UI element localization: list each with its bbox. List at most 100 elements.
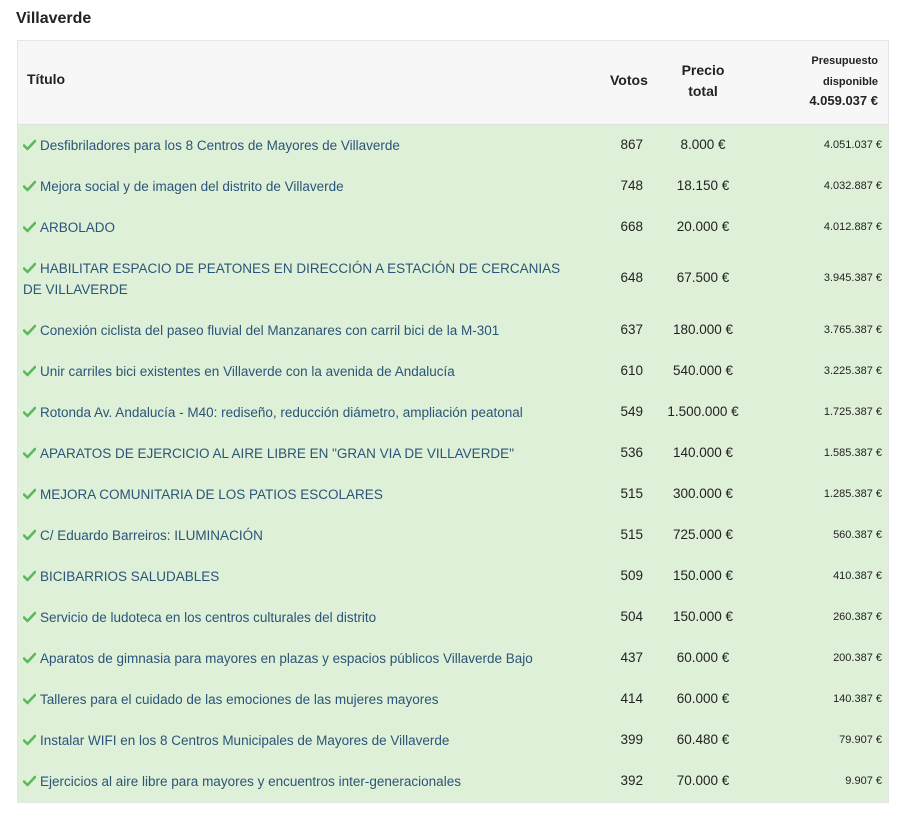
project-title-link[interactable]: Servicio de ludoteca en los centros cult… — [23, 607, 573, 628]
project-title-text[interactable]: Rotonda Av. Andalucía - M40: rediseño, r… — [40, 405, 523, 420]
header-price-line1: Precio — [681, 62, 725, 78]
price-cell: 70.000 € — [676, 773, 730, 788]
check-icon — [23, 406, 36, 418]
votes-cell: 399 — [620, 732, 643, 747]
project-title-link[interactable]: Ejercicios al aire libre para mayores y … — [23, 771, 573, 792]
check-icon — [23, 529, 36, 541]
price-cell: 180.000 € — [672, 322, 734, 337]
votes-cell: 515 — [620, 527, 643, 542]
project-title-link[interactable]: Desfibriladores para los 8 Centros de Ma… — [23, 135, 573, 156]
remaining-budget-cell: 560.387 € — [833, 529, 882, 541]
remaining-budget-cell: 1.725.387 € — [823, 406, 882, 418]
votes-cell: 414 — [620, 691, 643, 706]
remaining-budget-cell: 3.225.387 € — [823, 365, 882, 377]
price-cell: 1.500.000 € — [667, 404, 739, 419]
project-title-text[interactable]: Desfibriladores para los 8 Centros de Ma… — [40, 138, 400, 153]
header-budget: Presupuesto disponible 4.059.037 € — [748, 51, 878, 109]
project-title-text[interactable]: Talleres para el cuidado de las emocione… — [40, 692, 438, 707]
check-icon — [23, 611, 36, 623]
check-icon — [23, 262, 36, 274]
price-cell: 540.000 € — [672, 363, 734, 378]
project-title-text[interactable]: Instalar WIFI en los 8 Centros Municipal… — [40, 733, 449, 748]
project-title-link[interactable]: Talleres para el cuidado de las emocione… — [23, 689, 573, 710]
project-title-text[interactable]: MEJORA COMUNITARIA DE LOS PATIOS ESCOLAR… — [40, 487, 383, 502]
votes-cell: 437 — [620, 650, 643, 665]
project-title-text[interactable]: BICIBARRIOS SALUDABLES — [40, 569, 219, 584]
table-body: Desfibriladores para los 8 Centros de Ma… — [18, 125, 888, 802]
votes-cell: 504 — [620, 609, 643, 624]
project-title-text[interactable]: Mejora social y de imagen del distrito d… — [40, 179, 344, 194]
header-budget-value: 4.059.037 € — [809, 93, 878, 108]
remaining-budget-cell: 3.945.387 € — [823, 272, 882, 284]
price-cell: 67.500 € — [676, 270, 730, 285]
results-table: Título Votos Precio total Presupuesto di… — [17, 40, 889, 803]
remaining-budget-cell: 4.012.887 € — [823, 221, 882, 233]
votes-cell: 392 — [620, 773, 643, 788]
votes-cell: 867 — [620, 137, 643, 152]
project-title-text[interactable]: Unir carriles bici existentes en Villave… — [40, 364, 455, 379]
project-title-link[interactable]: APARATOS DE EJERCICIO AL AIRE LIBRE EN "… — [23, 443, 573, 464]
remaining-budget-cell: 260.387 € — [833, 611, 882, 623]
votes-cell: 536 — [620, 445, 643, 460]
project-title-link[interactable]: Conexión ciclista del paseo fluvial del … — [23, 320, 573, 341]
project-title-link[interactable]: MEJORA COMUNITARIA DE LOS PATIOS ESCOLAR… — [23, 484, 573, 505]
check-icon — [23, 652, 36, 664]
check-icon — [23, 365, 36, 377]
remaining-budget-cell: 4.032.887 € — [823, 180, 882, 192]
remaining-budget-cell: 200.387 € — [833, 652, 882, 664]
header-price-line2: total — [688, 83, 718, 99]
project-title-link[interactable]: Unir carriles bici existentes en Villave… — [23, 361, 573, 382]
votes-cell: 637 — [620, 322, 643, 337]
price-cell: 725.000 € — [672, 527, 734, 542]
project-title-link[interactable]: ARBOLADO — [23, 217, 573, 238]
votes-cell: 648 — [620, 270, 643, 285]
votes-cell: 668 — [620, 219, 643, 234]
price-cell: 8.000 € — [680, 137, 726, 152]
project-title-text[interactable]: Ejercicios al aire libre para mayores y … — [40, 774, 461, 789]
results-page: Villaverde Título Votos Precio total Pre… — [0, 0, 916, 816]
district-title: Villaverde — [16, 10, 92, 27]
project-title-text[interactable]: Aparatos de gimnasia para mayores en pla… — [40, 651, 533, 666]
header-price: Precio total — [670, 60, 736, 102]
project-title-link[interactable]: Rotonda Av. Andalucía - M40: rediseño, r… — [23, 402, 573, 423]
project-title-link[interactable]: C/ Eduardo Barreiros: ILUMINACIÓN — [23, 525, 573, 546]
votes-cell: 610 — [620, 363, 643, 378]
price-cell: 60.480 € — [676, 732, 730, 747]
project-title-text[interactable]: HABILITAR ESPACIO DE PEATONES EN DIRECCI… — [23, 261, 560, 297]
project-title-text[interactable]: C/ Eduardo Barreiros: ILUMINACIÓN — [40, 528, 263, 543]
price-cell: 18.150 € — [676, 178, 730, 193]
project-title-text[interactable]: Servicio de ludoteca en los centros cult… — [40, 610, 376, 625]
price-cell: 60.000 € — [676, 650, 730, 665]
check-icon — [23, 324, 36, 336]
project-title-link[interactable]: HABILITAR ESPACIO DE PEATONES EN DIRECCI… — [23, 258, 573, 300]
votes-cell: 509 — [620, 568, 643, 583]
check-icon — [23, 221, 36, 233]
check-icon — [23, 488, 36, 500]
project-title-text[interactable]: Conexión ciclista del paseo fluvial del … — [40, 323, 499, 338]
remaining-budget-cell: 410.387 € — [833, 570, 882, 582]
project-title-text[interactable]: APARATOS DE EJERCICIO AL AIRE LIBRE EN "… — [40, 446, 514, 461]
remaining-budget-cell: 1.285.387 € — [823, 488, 882, 500]
remaining-budget-cell: 9.907 € — [845, 775, 882, 787]
project-title-link[interactable]: Aparatos de gimnasia para mayores en pla… — [23, 648, 573, 669]
project-title-link[interactable]: BICIBARRIOS SALUDABLES — [23, 566, 573, 587]
project-title-link[interactable]: Instalar WIFI en los 8 Centros Municipal… — [23, 730, 573, 751]
price-cell: 150.000 € — [672, 609, 734, 624]
remaining-budget-cell: 79.907 € — [839, 734, 882, 746]
check-icon — [23, 180, 36, 192]
header-budget-line1: Presupuesto — [811, 55, 878, 67]
check-icon — [23, 693, 36, 705]
check-icon — [23, 775, 36, 787]
project-title-link[interactable]: Mejora social y de imagen del distrito d… — [23, 176, 573, 197]
table-header: Título Votos Precio total Presupuesto di… — [18, 41, 888, 125]
check-icon — [23, 734, 36, 746]
price-cell: 60.000 € — [676, 691, 730, 706]
price-cell: 300.000 € — [672, 486, 734, 501]
project-title-text[interactable]: ARBOLADO — [40, 220, 115, 235]
remaining-budget-cell: 3.765.387 € — [823, 324, 882, 336]
price-cell: 140.000 € — [672, 445, 734, 460]
check-icon — [23, 139, 36, 151]
check-icon — [23, 447, 36, 459]
remaining-budget-cell: 1.585.387 € — [823, 447, 882, 459]
price-cell: 20.000 € — [676, 219, 730, 234]
